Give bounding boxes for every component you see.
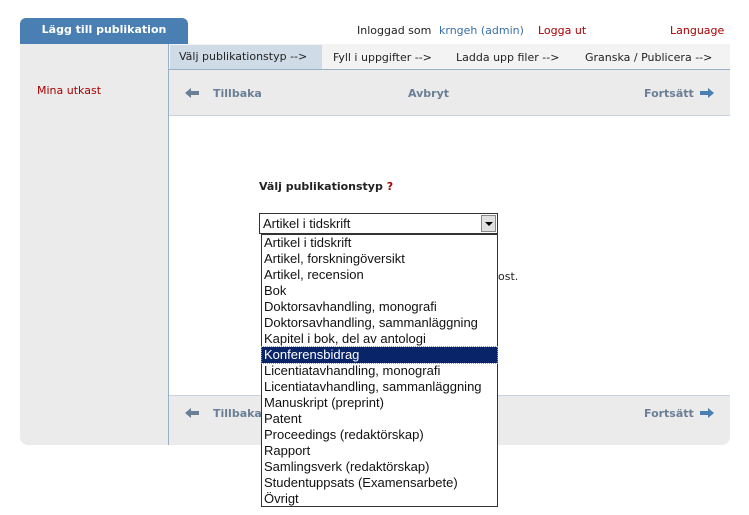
user-link[interactable]: krngeh (admin) bbox=[439, 24, 524, 37]
dropdown-option[interactable]: Studentuppsats (Examensarbete) bbox=[262, 475, 497, 491]
back-button-bottom[interactable]: Tillbaka bbox=[213, 407, 262, 420]
publication-type-label: Välj publikationstyp ? bbox=[259, 180, 393, 193]
next-arrow-icon[interactable] bbox=[699, 87, 715, 99]
step-review-publish[interactable]: Granska / Publicera --> bbox=[585, 51, 712, 64]
select-value: Artikel i tidskrift bbox=[263, 216, 351, 231]
dropdown-option[interactable]: Licentiatavhandling, monografi bbox=[262, 363, 497, 379]
dropdown-option[interactable]: Proceedings (redaktörskap) bbox=[262, 427, 497, 443]
step-choose-type[interactable]: Välj publikationstyp --> bbox=[170, 45, 322, 69]
dropdown-option[interactable]: Patent bbox=[262, 411, 497, 427]
dropdown-option[interactable]: Rapport bbox=[262, 443, 497, 459]
dropdown-option[interactable]: Artikel, recension bbox=[262, 267, 497, 283]
next-button-bottom[interactable]: Fortsätt bbox=[644, 407, 694, 420]
dropdown-option[interactable]: Bok bbox=[262, 283, 497, 299]
help-link[interactable]: ? bbox=[387, 180, 393, 193]
publication-type-dropdown-list[interactable]: Artikel i tidskrift Artikel, forskningöve… bbox=[261, 234, 498, 507]
publication-type-label-text: Välj publikationstyp bbox=[259, 180, 383, 193]
dropdown-option[interactable]: Manuskript (preprint) bbox=[262, 395, 497, 411]
app-tab[interactable]: Lägg till publikation bbox=[20, 18, 188, 44]
sidebar bbox=[20, 44, 169, 445]
next-arrow-icon-bottom[interactable] bbox=[699, 407, 715, 419]
publication-type-select[interactable]: Artikel i tidskrift bbox=[259, 213, 498, 234]
dropdown-option[interactable]: Artikel, forskningöversikt bbox=[262, 251, 497, 267]
next-button[interactable]: Fortsätt bbox=[644, 87, 694, 100]
dropdown-option[interactable]: Konferensbidrag bbox=[261, 346, 498, 364]
logged-in-label: Inloggad som bbox=[357, 24, 432, 37]
partial-description-text: ost. bbox=[498, 270, 519, 283]
dropdown-option[interactable]: Doktorsavhandling, sammanläggning bbox=[262, 315, 497, 331]
steps-divider bbox=[169, 69, 730, 70]
drafts-link[interactable]: Mina utkast bbox=[37, 84, 101, 97]
back-arrow-icon-bottom[interactable] bbox=[184, 407, 200, 419]
dropdown-option[interactable]: Doktorsavhandling, monografi bbox=[262, 299, 497, 315]
back-button[interactable]: Tillbaka bbox=[213, 87, 262, 100]
step-upload-files[interactable]: Ladda upp filer --> bbox=[456, 51, 559, 64]
logout-link[interactable]: Logga ut bbox=[538, 24, 586, 37]
step-fill-details[interactable]: Fyll i uppgifter --> bbox=[333, 51, 432, 64]
dropdown-option[interactable]: Övrigt bbox=[262, 491, 497, 507]
cancel-button[interactable]: Avbryt bbox=[408, 87, 449, 100]
language-link[interactable]: Language bbox=[670, 24, 724, 37]
dropdown-option[interactable]: Artikel i tidskrift bbox=[262, 235, 497, 251]
dropdown-option[interactable]: Samlingsverk (redaktörskap) bbox=[262, 459, 497, 475]
dropdown-option[interactable]: Kapitel i bok, del av antologi bbox=[262, 331, 497, 347]
chevron-down-icon[interactable] bbox=[481, 215, 496, 232]
dropdown-option[interactable]: Licentiatavhandling, sammanläggning bbox=[262, 379, 497, 395]
back-arrow-icon[interactable] bbox=[184, 87, 200, 99]
